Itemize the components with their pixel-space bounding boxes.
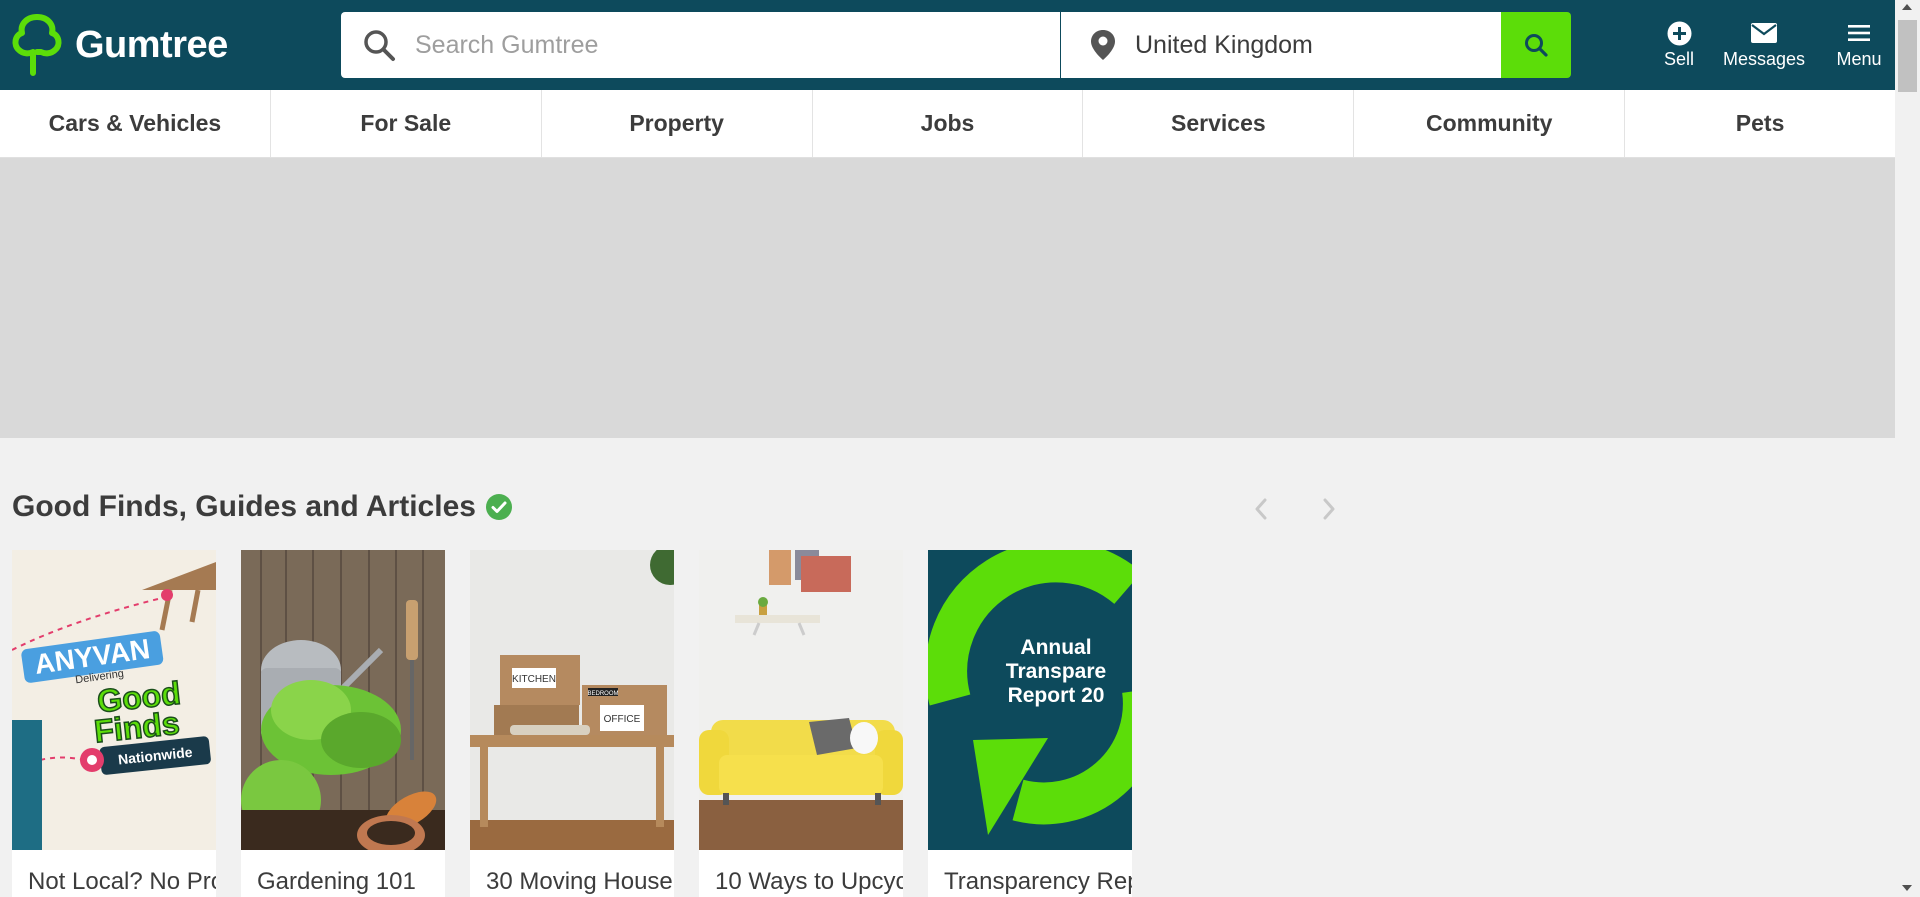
article-card[interactable]: Annual Transpare Report 20 Transparency …	[928, 550, 1132, 897]
article-image-moving: KITCHEN BEDROOM OFFICE	[470, 550, 674, 850]
messages-label: Messages	[1722, 49, 1806, 69]
scroll-thumb[interactable]	[1898, 20, 1917, 92]
sell-label: Sell	[1663, 49, 1694, 69]
logo-text: Gumtree	[75, 23, 228, 66]
search-bar	[341, 12, 1060, 78]
article-image-gardening	[241, 550, 445, 850]
location-field[interactable]: United Kingdom	[1061, 12, 1501, 78]
category-services[interactable]: Services	[1083, 90, 1355, 157]
category-community[interactable]: Community	[1354, 90, 1626, 157]
scroll-down-arrow-icon[interactable]	[1902, 885, 1912, 891]
svg-text:Transpare: Transpare	[1006, 660, 1106, 683]
chevron-left-icon	[1255, 498, 1267, 520]
page-scrollbar[interactable]	[1895, 0, 1920, 897]
hamburger-menu-icon	[1848, 20, 1870, 46]
search-button[interactable]	[1501, 12, 1571, 78]
category-pets[interactable]: Pets	[1625, 90, 1895, 157]
category-jobs[interactable]: Jobs	[813, 90, 1084, 157]
carousel-next-button[interactable]	[1314, 494, 1344, 524]
article-image-anyvan: ANYVAN Delivering Good Finds Nationwide	[12, 550, 216, 850]
article-title: Gardening 101	[257, 868, 416, 895]
article-card[interactable]: ANYVAN Delivering Good Finds Nationwide …	[12, 550, 216, 897]
messages-button[interactable]: Messages	[1720, 20, 1808, 72]
gumtree-logo[interactable]: Gumtree	[12, 13, 228, 77]
category-cars-vehicles[interactable]: Cars & Vehicles	[0, 90, 271, 157]
svg-text:BEDROOM: BEDROOM	[587, 691, 618, 697]
tree-logo-icon	[12, 14, 62, 76]
article-title: 10 Ways to Upcycl	[715, 868, 903, 895]
search-icon	[359, 25, 399, 65]
plus-circle-icon	[1667, 20, 1692, 46]
article-image-transparency: Annual Transpare Report 20	[928, 550, 1132, 850]
article-card[interactable]: KITCHEN BEDROOM OFFICE 30 Moving House	[470, 550, 674, 897]
category-for-sale[interactable]: For Sale	[271, 90, 542, 157]
location-value: United Kingdom	[1135, 30, 1313, 59]
category-property[interactable]: Property	[542, 90, 813, 157]
chevron-right-icon	[1323, 498, 1335, 520]
article-title: Transparency Report 20...	[944, 868, 1132, 895]
svg-text:Annual: Annual	[1020, 636, 1091, 659]
advert-banner[interactable]	[0, 158, 1895, 438]
sell-button[interactable]: Sell	[1660, 20, 1698, 72]
category-nav: Cars & Vehicles For Sale Property Jobs S…	[0, 90, 1895, 158]
svg-text:OFFICE: OFFICE	[604, 714, 641, 725]
carousel-prev-button[interactable]	[1246, 494, 1276, 524]
article-image-upcycle	[699, 550, 903, 850]
article-title: 30 Moving House	[486, 868, 673, 895]
verified-check-icon	[485, 494, 512, 520]
search-icon	[1525, 34, 1548, 57]
site-header: Gumtree United Kingdom Sell Messages Men…	[0, 0, 1895, 90]
section-heading: Good Finds, Guides and Articles	[12, 490, 512, 524]
svg-text:KITCHEN: KITCHEN	[512, 674, 556, 685]
sidebar-panel	[1384, 438, 1895, 897]
section-title: Good Finds, Guides and Articles	[12, 490, 476, 523]
article-title: Not Local? No Pro	[28, 868, 216, 895]
menu-label: Menu	[1836, 49, 1882, 69]
search-input[interactable]	[415, 30, 1035, 60]
menu-button[interactable]: Menu	[1834, 20, 1884, 72]
svg-text:Report 20: Report 20	[1008, 684, 1105, 707]
article-card[interactable]: Gardening 101	[241, 550, 445, 897]
envelope-icon	[1751, 20, 1777, 46]
location-pin-icon	[1083, 25, 1123, 65]
article-card[interactable]: 10 Ways to Upcycl	[699, 550, 903, 897]
scroll-up-arrow-icon[interactable]	[1902, 4, 1912, 10]
